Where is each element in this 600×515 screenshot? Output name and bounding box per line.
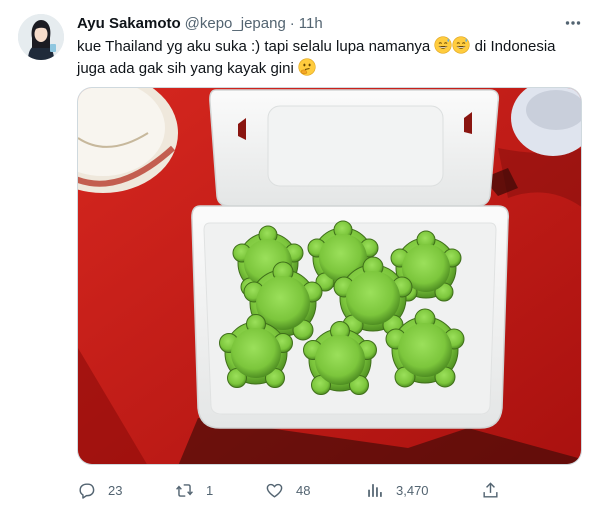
author-name[interactable]: Ayu Sakamoto	[77, 15, 181, 32]
tweet-header: Ayu Sakamoto @kepo_jepang · 11h	[77, 13, 584, 33]
grinning-sweat-emoji	[434, 36, 453, 54]
tweet-card[interactable]: Ayu Sakamoto @kepo_jepang · 11h kue Thai…	[0, 0, 600, 515]
thinking-face-emoji	[298, 58, 316, 76]
analytics-icon	[368, 483, 382, 497]
retweet-count: 1	[206, 482, 214, 498]
retweet-icon	[176, 483, 193, 497]
like-button[interactable]: 48	[265, 478, 310, 502]
kue-photo	[78, 88, 581, 464]
reply-button[interactable]: 23	[77, 478, 122, 502]
retweet-button[interactable]: 1	[175, 478, 213, 502]
heart-icon	[266, 483, 283, 498]
views-button[interactable]: 3,470	[365, 478, 429, 502]
tweet-text: kue Thailand yg aku suka :) tapi selalu …	[77, 36, 582, 80]
more-icon[interactable]	[562, 13, 584, 33]
view-count: 3,470	[396, 482, 429, 498]
share-button[interactable]	[481, 478, 512, 502]
reply-count: 23	[108, 482, 123, 498]
tweet-time[interactable]: 11h	[299, 15, 323, 32]
separator-dot: ·	[289, 14, 295, 32]
author-handle[interactable]: @kepo_jepang	[185, 15, 286, 32]
reply-icon	[79, 482, 95, 499]
tweet-actions: 23 1 48 3,470	[77, 478, 507, 502]
like-count: 48	[296, 482, 311, 498]
avatar[interactable]	[18, 14, 64, 60]
grinning-sweat-emoji-2	[452, 36, 471, 54]
share-icon	[483, 481, 498, 498]
tweet-text-part1: kue Thailand yg aku suka :) tapi selalu …	[77, 38, 435, 55]
tweet-photo[interactable]	[77, 87, 582, 465]
